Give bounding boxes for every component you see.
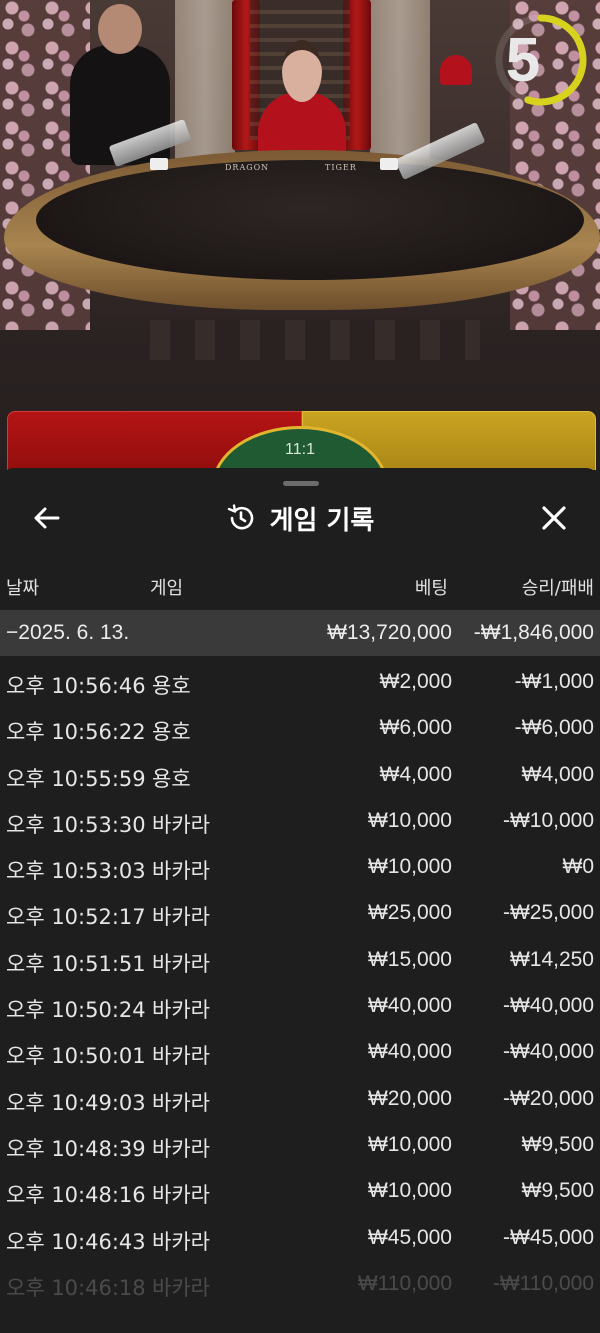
game-history-sheet: 게임 기록 날짜 게임 베팅 승리/패배 −2025. 6. 13. ₩13,7… <box>0 468 600 1333</box>
sheet-title: 게임 기록 <box>269 505 375 536</box>
row-game: 용호 <box>152 720 191 745</box>
row-game: 바카라 <box>152 1229 210 1254</box>
card <box>380 158 398 170</box>
row-time: 오후 10:51:51 <box>6 951 146 976</box>
row-result: ₩4,000 <box>521 762 594 786</box>
row-bet: ₩2,000 <box>379 670 452 693</box>
history-row[interactable]: 오후 10:48:16 바카라 ₩10,000 ₩9,500 <box>0 1169 600 1215</box>
history-icon <box>227 504 253 530</box>
column-header-game: 게임 <box>150 578 184 599</box>
row-game: 바카라 <box>152 1044 210 1069</box>
row-time: 오후 10:48:16 <box>6 1183 146 1208</box>
row-bet: ₩40,000 <box>367 994 452 1018</box>
row-bet: ₩25,000 <box>367 901 452 925</box>
row-time: 오후 10:50:01 <box>6 1044 146 1069</box>
history-row[interactable]: 오후 10:46:18 바카라 ₩110,000 -₩110,000 <box>0 1262 600 1308</box>
history-row[interactable]: 오후 10:48:39 바카라 ₩10,000 ₩9,500 <box>0 1123 600 1169</box>
row-time: 오후 10:52:17 <box>6 905 146 930</box>
row-bet: ₩20,000 <box>367 1086 452 1110</box>
gaming-table-felt <box>36 160 584 280</box>
date-group-label: −2025. 6. 13. <box>6 621 130 644</box>
history-list: 오후 10:56:46 용호 ₩2,000 -₩1,000 오후 10:56:22 용호 ₩… <box>0 660 600 1308</box>
row-time: 오후 10:53:30 <box>6 812 146 837</box>
row-game: 바카라 <box>152 812 210 837</box>
row-time: 오후 10:53:03 <box>6 859 146 884</box>
row-time: 오후 10:46:43 <box>6 1229 146 1254</box>
history-row[interactable]: 오후 10:53:30 바카라 ₩10,000 -₩10,000 <box>0 799 600 845</box>
row-bet: ₩6,000 <box>379 716 452 740</box>
date-group-row[interactable]: −2025. 6. 13. ₩13,720,000 -₩1,846,000 <box>0 610 600 656</box>
row-bet: ₩15,000 <box>367 947 452 971</box>
sheet-drag-handle[interactable] <box>283 481 319 486</box>
countdown-number: 5 <box>505 25 541 95</box>
row-game: 바카라 <box>152 859 210 884</box>
background-dealer <box>440 55 472 85</box>
row-game: 바카라 <box>152 1275 210 1300</box>
column-header-result: 승리/패배 <box>521 578 594 599</box>
row-bet: ₩40,000 <box>367 1040 452 1064</box>
history-row[interactable]: 오후 10:53:03 바카라 ₩10,000 ₩0 <box>0 845 600 891</box>
date-group-bet-total: ₩13,720,000 <box>327 621 452 644</box>
column-header-bet: 베팅 <box>414 578 448 599</box>
close-button[interactable] <box>536 500 572 536</box>
row-result: -₩1,000 <box>514 670 594 693</box>
sheet-header: 게임 기록 <box>0 498 600 538</box>
row-bet: ₩110,000 <box>357 1271 452 1295</box>
row-game: 바카라 <box>152 951 210 976</box>
column-header-date: 날짜 <box>6 578 40 599</box>
row-time: 오후 10:56:46 <box>6 674 146 698</box>
row-result: -₩110,000 <box>492 1271 594 1295</box>
history-row[interactable]: 오후 10:52:17 바카라 ₩25,000 -₩25,000 <box>0 891 600 937</box>
row-game: 바카라 <box>152 1183 210 1208</box>
row-result: ₩14,250 <box>509 947 594 971</box>
row-bet: ₩10,000 <box>367 808 452 832</box>
live-video-stream: DRAGON TIGER 5 11:1 <box>0 0 600 470</box>
row-bet: ₩4,000 <box>379 762 452 786</box>
row-result: -₩40,000 <box>502 994 594 1018</box>
history-row[interactable]: 오후 10:55:59 용호 ₩4,000 ₩4,000 <box>0 753 600 799</box>
date-group-result-total: -₩1,846,000 <box>473 621 594 644</box>
history-row[interactable]: 오후 10:46:43 바카라 ₩45,000 -₩45,000 <box>0 1216 600 1262</box>
dealer-seated-head <box>282 40 322 102</box>
row-game: 바카라 <box>152 998 210 1023</box>
table-header: 날짜 게임 베팅 승리/패배 <box>0 568 600 604</box>
row-bet: ₩10,000 <box>367 1179 452 1203</box>
row-game: 바카라 <box>152 1136 210 1161</box>
row-result: ₩9,500 <box>521 1132 594 1156</box>
row-result: -₩45,000 <box>502 1225 594 1249</box>
table-base <box>150 320 480 360</box>
history-row[interactable]: 오후 10:49:03 바카라 ₩20,000 -₩20,000 <box>0 1077 600 1123</box>
table-label-tiger: TIGER <box>325 163 357 172</box>
row-result: -₩6,000 <box>514 716 594 740</box>
table-label-dragon: DRAGON <box>225 163 270 172</box>
row-bet: ₩10,000 <box>367 855 452 879</box>
row-result: -₩10,000 <box>502 808 594 832</box>
row-time: 오후 10:46:18 <box>6 1275 146 1300</box>
row-bet: ₩10,000 <box>367 1132 452 1156</box>
tie-payout-label: 11:1 <box>285 441 315 458</box>
row-game: 바카라 <box>152 1090 210 1115</box>
dealer-standing-head <box>98 4 142 54</box>
row-result: ₩9,500 <box>521 1179 594 1203</box>
row-result: -₩20,000 <box>502 1086 594 1110</box>
row-time: 오후 10:55:59 <box>6 766 146 791</box>
row-game: 바카라 <box>152 905 210 930</box>
close-icon <box>542 506 566 530</box>
row-time: 오후 10:56:22 <box>6 720 146 745</box>
card <box>150 158 168 170</box>
row-game: 용호 <box>152 674 191 698</box>
row-result: ₩0 <box>562 855 595 879</box>
row-result: -₩25,000 <box>502 901 594 925</box>
history-row[interactable]: 오후 10:56:22 용호 ₩6,000 -₩6,000 <box>0 706 600 752</box>
history-row[interactable]: 오후 10:56:46 용호 ₩2,000 -₩1,000 <box>0 660 600 706</box>
row-result: -₩40,000 <box>502 1040 594 1064</box>
row-time: 오후 10:49:03 <box>6 1090 146 1115</box>
history-row[interactable]: 오후 10:51:51 바카라 ₩15,000 ₩14,250 <box>0 938 600 984</box>
history-row[interactable]: 오후 10:50:24 바카라 ₩40,000 -₩40,000 <box>0 984 600 1030</box>
row-game: 용호 <box>152 766 191 791</box>
row-time: 오후 10:50:24 <box>6 998 146 1023</box>
row-bet: ₩45,000 <box>367 1225 452 1249</box>
history-row[interactable]: 오후 10:50:01 바카라 ₩40,000 -₩40,000 <box>0 1030 600 1076</box>
row-time: 오후 10:48:39 <box>6 1136 146 1161</box>
